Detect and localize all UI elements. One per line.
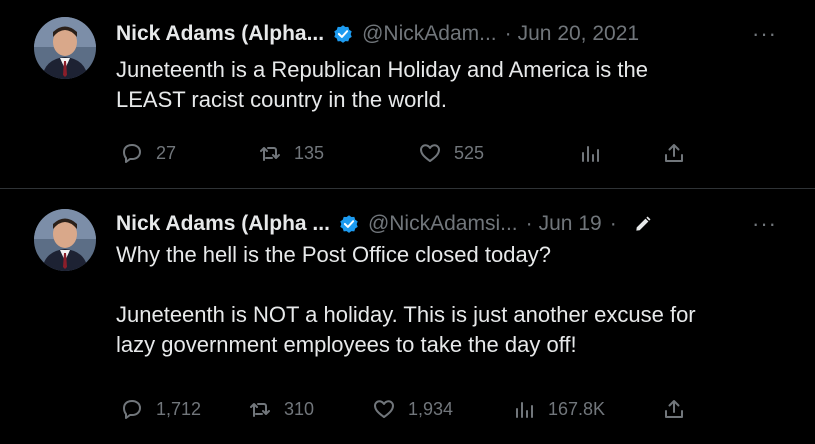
retweet-icon [260,147,280,161]
retweet-button[interactable]: 310 [248,394,314,424]
views-button[interactable]: 167.8K [512,394,605,424]
reply-count: 1,712 [156,398,202,419]
edit-pencil-icon[interactable] [633,214,653,234]
tweet-1[interactable]: Nick Adams (Alpha... @NickAdam... · Jun … [0,0,815,188]
like-button[interactable]: 1,934 [372,394,453,424]
separator: · [609,212,617,235]
tweet-2[interactable]: Nick Adams (Alpha ... @NickAdamsi... · J… [0,188,815,444]
timestamp[interactable]: Jun 19 [539,212,602,236]
reply-button[interactable]: 27 [120,138,176,168]
tweet-text: Juneteenth is a Republican Holiday and A… [116,57,648,112]
share-button[interactable] [662,138,686,168]
retweet-icon [250,403,270,417]
like-count: 1,934 [408,398,454,419]
action-bar: 1,712 310 1,934 167.8K [0,394,815,424]
display-name[interactable]: Nick Adams (Alpha... [116,22,324,46]
avatar[interactable] [34,209,96,271]
views-icon [516,402,533,418]
display-name[interactable]: Nick Adams (Alpha ... [116,212,330,236]
like-icon [420,144,440,162]
reply-count: 27 [156,142,177,163]
views-button[interactable] [578,138,602,168]
more-icon[interactable]: ··· [752,209,777,239]
share-icon [665,144,683,162]
retweet-count: 310 [284,398,315,419]
retweet-button[interactable]: 135 [258,138,324,168]
retweet-count: 135 [294,142,325,163]
like-icon [374,400,394,418]
handle[interactable]: @NickAdam... [362,22,497,46]
like-count: 525 [454,142,485,163]
separator: · [504,22,512,45]
tweet-text: Why the hell is the Post Office closed t… [116,242,696,357]
verified-badge-icon [334,25,352,43]
handle[interactable]: @NickAdamsi... [368,212,518,236]
timestamp[interactable]: Jun 20, 2021 [518,22,639,46]
reply-button[interactable]: 1,712 [120,394,201,424]
avatar[interactable] [34,17,96,79]
verified-badge-icon [340,215,358,233]
views-count: 167.8K [548,398,606,419]
separator: · [525,212,533,235]
like-button[interactable]: 525 [418,138,484,168]
views-icon [582,146,599,162]
share-button[interactable] [662,394,686,424]
reply-icon [123,400,141,419]
action-bar: 27 135 525 [0,138,815,168]
more-icon[interactable]: ··· [752,19,777,49]
share-icon [665,400,683,418]
reply-icon [123,144,141,163]
